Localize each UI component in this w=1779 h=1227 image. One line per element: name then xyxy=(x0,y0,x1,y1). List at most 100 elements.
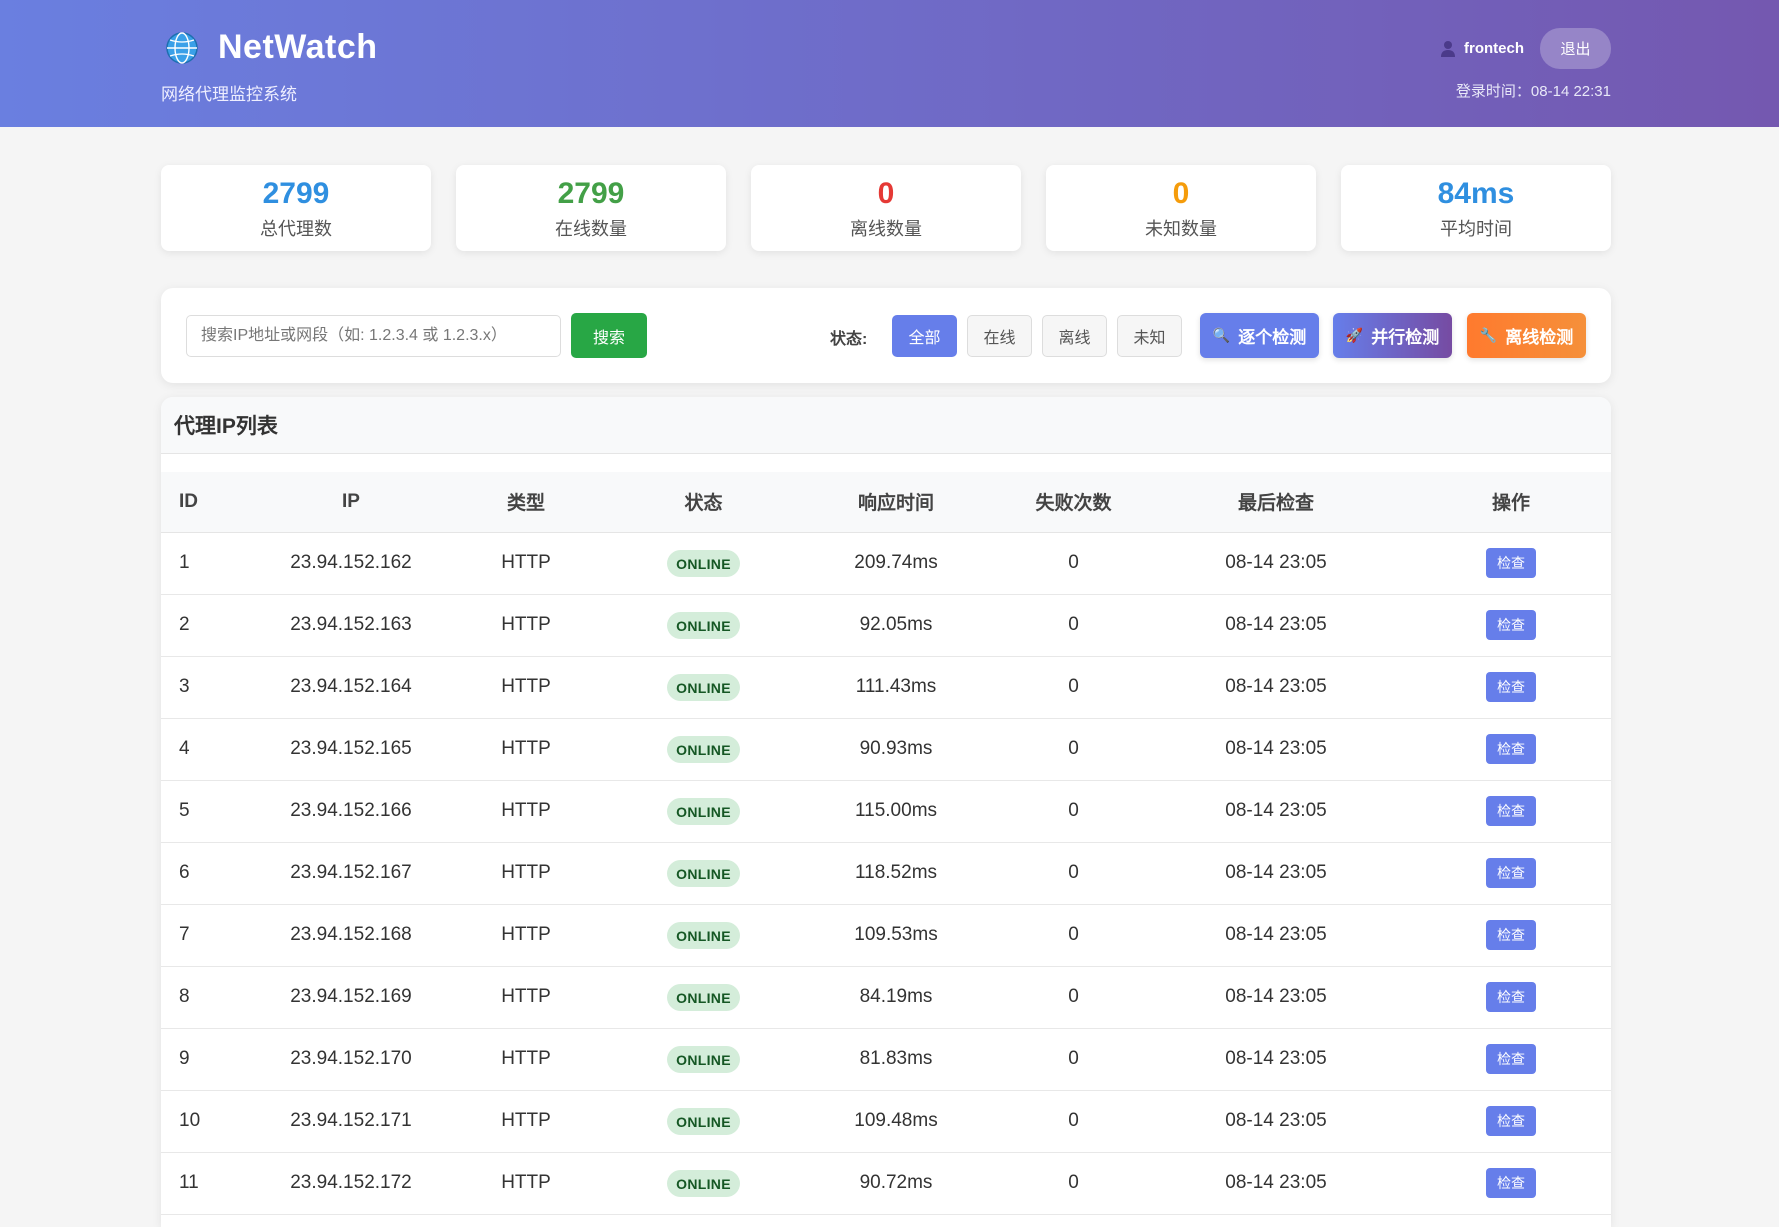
username: frontech xyxy=(1464,40,1524,57)
table-row: 3 23.94.152.164 HTTP ONLINE 111.43ms 0 08-14 2… xyxy=(161,656,1611,719)
check-button[interactable]: 检查 xyxy=(1486,610,1536,640)
row-last-check-cell: 08-14 23:05 xyxy=(1141,966,1411,1029)
row-type-cell: HTTP xyxy=(431,656,621,719)
stat-label: 离线数量 xyxy=(850,219,922,239)
status-badge: ONLINE xyxy=(667,921,740,949)
filter-offline-button[interactable]: 离线 xyxy=(1042,315,1107,357)
status-badge: ONLINE xyxy=(667,983,740,1011)
filter-all-button[interactable]: 全部 xyxy=(892,315,957,357)
proxy-table: ID IP 类型 状态 响应时间 失败次数 最后检查 操作 1 23.94.152… xyxy=(161,472,1611,1215)
user-icon xyxy=(1441,40,1455,57)
row-fail-count-cell: 0 xyxy=(1006,532,1141,595)
table-row: 9 23.94.152.170 HTTP ONLINE 81.83ms 0 08-14 23… xyxy=(161,1028,1611,1091)
row-response-time-cell: 209.74ms xyxy=(786,532,1006,595)
row-response-time-cell: 90.93ms xyxy=(786,718,1006,781)
wrench-icon: 🔧 xyxy=(1479,327,1498,343)
row-last-check-cell: 08-14 23:05 xyxy=(1141,532,1411,595)
filter-online-button[interactable]: 在线 xyxy=(967,315,1032,357)
row-last-check-cell: 08-14 23:05 xyxy=(1141,842,1411,905)
row-fail-count-cell: 0 xyxy=(1006,842,1141,905)
magnifier-icon: 🔍 xyxy=(1212,327,1231,343)
row-response-time-cell: 81.83ms xyxy=(786,1028,1006,1091)
row-status-cell: ONLINE xyxy=(621,594,786,657)
stats-row: 2799 总代理数 2799 在线数量 0 离线数量 0 未知数量 84ms 平均时间 xyxy=(161,165,1611,251)
row-status-cell: ONLINE xyxy=(621,656,786,719)
search-input[interactable] xyxy=(186,315,561,357)
sequential-check-button[interactable]: 🔍 逐个检测 xyxy=(1200,313,1319,358)
table-row: 1 23.94.152.162 HTTP ONLINE 209.74ms 0 08-14 2… xyxy=(161,532,1611,595)
column-header: IP xyxy=(271,472,431,533)
table-header-row: ID IP 类型 状态 响应时间 失败次数 最后检查 操作 xyxy=(161,472,1611,533)
check-button[interactable]: 检查 xyxy=(1486,982,1536,1012)
row-id-cell: 7 xyxy=(161,904,271,967)
status-badge: ONLINE xyxy=(667,797,740,825)
table-title-bar: 代理IP列表 xyxy=(161,397,1611,454)
row-fail-count-cell: 0 xyxy=(1006,656,1141,719)
search-button[interactable]: 搜索 xyxy=(571,313,647,358)
row-response-time-cell: 109.53ms xyxy=(786,904,1006,967)
table-row: 5 23.94.152.166 HTTP ONLINE 115.00ms 0 08-14 2… xyxy=(161,780,1611,843)
stat-card: 84ms 平均时间 xyxy=(1341,165,1611,251)
brand: NetWatch xyxy=(164,28,378,67)
row-id-cell: 8 xyxy=(161,966,271,1029)
row-action-cell: 检查 xyxy=(1411,1090,1611,1153)
status-badge: ONLINE xyxy=(667,673,740,701)
row-type-cell: HTTP xyxy=(431,780,621,843)
row-response-time-cell: 118.52ms xyxy=(786,842,1006,905)
row-status-cell: ONLINE xyxy=(621,904,786,967)
check-button[interactable]: 检查 xyxy=(1486,548,1536,578)
row-type-cell: HTTP xyxy=(431,1028,621,1091)
row-ip-cell: 23.94.152.168 xyxy=(271,904,431,967)
row-fail-count-cell: 0 xyxy=(1006,1090,1141,1153)
stat-value: 84ms xyxy=(1437,177,1515,210)
app-header: NetWatch 网络代理监控系统 frontech 退出 登录时间：08-14… xyxy=(0,0,1779,127)
row-last-check-cell: 08-14 23:05 xyxy=(1141,780,1411,843)
status-badge: ONLINE xyxy=(667,1107,740,1135)
status-badge: ONLINE xyxy=(667,549,740,577)
row-action-cell: 检查 xyxy=(1411,594,1611,657)
row-ip-cell: 23.94.152.165 xyxy=(271,718,431,781)
row-last-check-cell: 08-14 23:05 xyxy=(1141,904,1411,967)
row-status-cell: ONLINE xyxy=(621,1152,786,1215)
check-button[interactable]: 检查 xyxy=(1486,1168,1536,1198)
row-action-cell: 检查 xyxy=(1411,780,1611,843)
rocket-icon: 🚀 xyxy=(1345,327,1364,343)
check-button[interactable]: 检查 xyxy=(1486,734,1536,764)
stat-value: 0 xyxy=(877,177,895,210)
status-badge: ONLINE xyxy=(667,859,740,887)
row-ip-cell: 23.94.152.169 xyxy=(271,966,431,1029)
offline-check-label: 离线检测 xyxy=(1505,328,1574,347)
stat-label: 在线数量 xyxy=(555,219,627,239)
check-button[interactable]: 检查 xyxy=(1486,1106,1536,1136)
check-button[interactable]: 检查 xyxy=(1486,858,1536,888)
column-header: 状态 xyxy=(621,472,786,533)
row-fail-count-cell: 0 xyxy=(1006,718,1141,781)
check-button[interactable]: 检查 xyxy=(1486,796,1536,826)
row-action-cell: 检查 xyxy=(1411,1152,1611,1215)
row-fail-count-cell: 0 xyxy=(1006,780,1141,843)
parallel-check-button[interactable]: 🚀 并行检测 xyxy=(1333,313,1452,358)
row-action-cell: 检查 xyxy=(1411,966,1611,1029)
row-last-check-cell: 08-14 23:05 xyxy=(1141,1090,1411,1153)
row-last-check-cell: 08-14 23:05 xyxy=(1141,1152,1411,1215)
row-action-cell: 检查 xyxy=(1411,718,1611,781)
check-button[interactable]: 检查 xyxy=(1486,920,1536,950)
row-last-check-cell: 08-14 23:05 xyxy=(1141,718,1411,781)
row-status-cell: ONLINE xyxy=(621,718,786,781)
row-fail-count-cell: 0 xyxy=(1006,904,1141,967)
filter-unknown-button[interactable]: 未知 xyxy=(1117,315,1182,357)
toolbar: 搜索 状态: 全部 在线 离线 未知 🔍 逐个检测 🚀 并行检测 🔧 离线检测 xyxy=(161,288,1611,383)
offline-check-button[interactable]: 🔧 离线检测 xyxy=(1467,313,1586,358)
column-header: 响应时间 xyxy=(786,472,1006,533)
table-row: 6 23.94.152.167 HTTP ONLINE 118.52ms 0 08-14 2… xyxy=(161,842,1611,905)
check-button[interactable]: 检查 xyxy=(1486,672,1536,702)
row-action-cell: 检查 xyxy=(1411,1028,1611,1091)
column-header: 最后检查 xyxy=(1141,472,1411,533)
row-last-check-cell: 08-14 23:05 xyxy=(1141,1028,1411,1091)
stat-label: 平均时间 xyxy=(1440,219,1512,239)
logout-button[interactable]: 退出 xyxy=(1540,28,1611,69)
row-ip-cell: 23.94.152.171 xyxy=(271,1090,431,1153)
check-button[interactable]: 检查 xyxy=(1486,1044,1536,1074)
row-ip-cell: 23.94.152.164 xyxy=(271,656,431,719)
table-row: 2 23.94.152.163 HTTP ONLINE 92.05ms 0 08-14 23… xyxy=(161,594,1611,657)
